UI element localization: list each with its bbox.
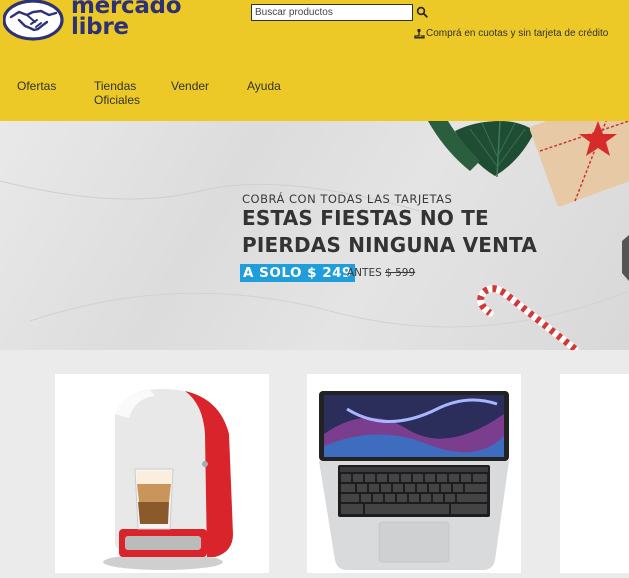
search-input[interactable]: [251, 4, 413, 21]
mercadolibre-logo[interactable]: mercado libre: [3, 0, 183, 44]
nav-ayuda[interactable]: Ayuda: [247, 79, 281, 93]
hero-subtitle: COBRÁ CON TODAS LAS TARJETAS: [242, 192, 453, 206]
coffee-maker-image: [103, 388, 233, 570]
product-card-partial[interactable]: [560, 374, 629, 573]
promo-text: Comprá en cuotas y sin tarjeta de crédit…: [426, 28, 609, 39]
hero-price-badge: A SOLO $ 249: [240, 264, 355, 282]
search-button[interactable]: [415, 5, 429, 21]
old-price-prefix: ANTES: [347, 267, 382, 279]
site-header: mercado libre Comprá en cuotas y sin tar…: [0, 0, 629, 121]
product-card-coffee-machine[interactable]: [55, 374, 269, 573]
nav-tiendas-oficiales[interactable]: Tiendas Oficiales: [94, 79, 150, 107]
product-card-laptop[interactable]: [307, 374, 521, 573]
hero-banner[interactable]: COBRÁ CON TODAS LAS TARJETAS ESTAS FIEST…: [0, 121, 629, 350]
promo-link[interactable]: Comprá en cuotas y sin tarjeta de crédit…: [414, 28, 608, 39]
candy-cane-icon: [477, 285, 579, 350]
handshake-icon: [3, 0, 64, 41]
hero-title: ESTAS FIESTAS NO TE PIERDAS NINGUNA VENT…: [242, 206, 538, 257]
hero-old-price: ANTES $ 599: [347, 267, 415, 279]
search-icon: [416, 6, 428, 18]
gift-box-icon: [529, 121, 629, 207]
palm-leaf-icon: [428, 121, 535, 178]
old-price-value: $ 599: [385, 267, 416, 279]
nav-vender[interactable]: Vender: [171, 79, 209, 93]
nav-ofertas[interactable]: Ofertas: [17, 79, 56, 93]
credit-hand-icon: [414, 28, 425, 39]
logo-wordmark: mercado libre: [71, 0, 182, 40]
macbook-image: [319, 391, 509, 570]
